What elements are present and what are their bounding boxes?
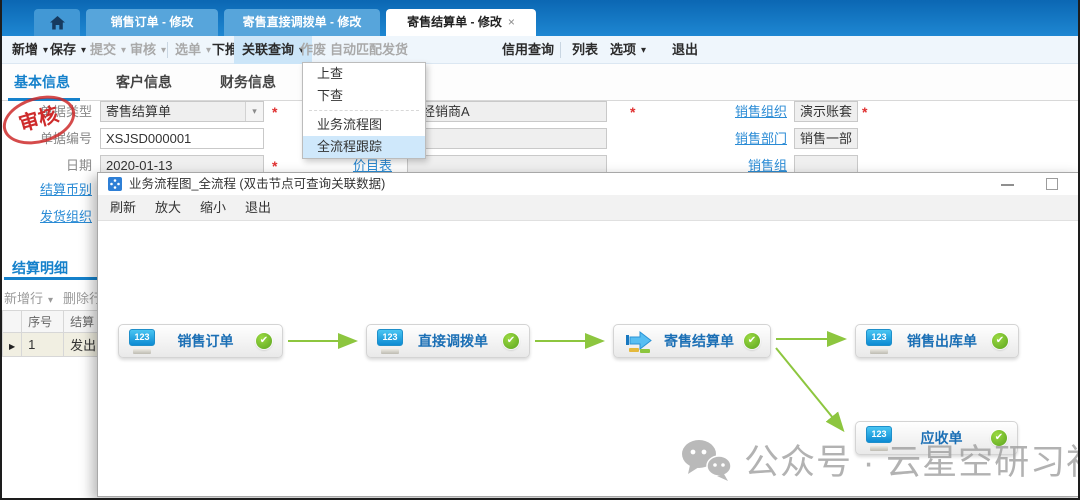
tab-sales-order[interactable]: 销售订单 - 修改 [86,9,218,36]
menu-item-business-flowchart[interactable]: 业务流程图 [303,114,425,136]
sales-dept-label[interactable]: 销售部门 [702,128,787,149]
flow-node-label: 销售出库单 [892,331,992,351]
sales-org-label[interactable]: 销售组织 [702,101,787,122]
check-icon [503,333,519,349]
audit-button[interactable]: 审核 [130,36,166,64]
popup-title-bar[interactable]: 业务流程图_全流程 (双击节点可查询关联数据) [98,173,1080,195]
tab-basic-info[interactable]: 基本信息 [14,72,70,92]
flow-node-sales-order[interactable]: 123 销售订单 [118,324,283,358]
doc-no-field[interactable]: XSJSD000001 [100,128,264,149]
chevron-down-icon[interactable]: ▾ [245,102,263,121]
col-header-seq: 序号 [22,311,64,333]
sales-org-field[interactable]: 演示账套 [794,101,858,122]
new-button[interactable]: 新增 [12,36,48,64]
row-marker-header [3,311,22,333]
exit-popup-button[interactable]: 退出 [245,195,271,221]
doc-type-select[interactable]: 寄售结算单▾ [100,101,264,122]
association-query-menu: 上查 下查 业务流程图 全流程跟踪 [302,62,426,159]
dealer-field[interactable]: 经销商A [407,101,607,122]
tab-customer-info[interactable]: 客户信息 [116,72,172,92]
zoom-out-button[interactable]: 缩小 [200,195,226,221]
doc-123-icon: 123 [129,329,155,354]
check-icon [744,333,760,349]
empty-field[interactable] [407,128,607,149]
flow-node-label: 寄售结算单 [654,331,744,351]
doc-123-icon: 123 [866,329,892,354]
options-button[interactable]: 选项 [610,36,646,64]
refresh-button[interactable]: 刷新 [110,195,136,221]
required-asterisk: * [862,101,867,122]
popup-toolbar: 刷新 放大 缩小 退出 [98,195,1080,221]
maximize-button[interactable] [1046,178,1058,190]
tab-label: 寄售结算单 - 修改 [407,15,502,29]
settle-currency-label[interactable]: 结算币别 [7,179,92,200]
submit-button[interactable]: 提交 [90,36,126,64]
check-icon [256,333,272,349]
minimize-button[interactable] [1001,184,1014,186]
detail-section-underline [4,277,100,280]
menu-divider [309,110,419,111]
tab-consign-settlement-active[interactable]: 寄售结算单 - 修改 × [386,9,536,36]
popup-title: 业务流程图_全流程 (双击节点可查询关联数据) [129,173,385,195]
current-arrow-icon [624,328,654,354]
current-row-marker-icon: ▶ [9,342,15,351]
tab-finance-info[interactable]: 财务信息 [220,72,276,92]
watermark-text: 公众号 · 云星空研习社 [744,434,1080,485]
command-toolbar: 新增 保存 提交 审核 选单 下推 关联查询 作废 自动匹配发货 信用查询 列表… [2,36,1078,64]
form-tab-strip: 基本信息 客户信息 财务信息 [2,64,1078,101]
credit-query-button[interactable]: 信用查询 [502,36,554,64]
zoom-in-button[interactable]: 放大 [155,195,181,221]
flow-node-direct-transfer[interactable]: 123 直接调拨单 [366,324,530,358]
home-icon [50,16,65,30]
flow-node-consign-settlement[interactable]: 寄售结算单 [613,324,771,358]
required-asterisk: * [630,101,635,122]
date-label: 日期 [2,155,92,176]
exit-button[interactable]: 退出 [672,36,698,64]
app-logo-icon [108,177,122,191]
auto-match-delivery-button[interactable]: 自动匹配发货 [330,36,408,64]
flow-node-label: 直接调拨单 [403,331,503,351]
home-tab[interactable] [34,9,80,36]
add-row-button[interactable]: 新增行 [4,291,63,306]
flow-node-label: 销售订单 [155,331,256,351]
select-doc-button[interactable]: 选单 [175,36,211,64]
tab-close-icon[interactable]: × [508,15,515,29]
void-button[interactable]: 作废 [300,36,326,64]
required-asterisk: * [272,101,277,122]
delivery-org-label[interactable]: 发货组织 [7,206,92,227]
menu-item-trace-down[interactable]: 下查 [303,85,425,107]
list-button[interactable]: 列表 [572,36,598,64]
grid-actions: 新增行删除行 [4,288,102,307]
detail-section-title: 结算明细 [12,258,68,278]
tab-consign-transfer[interactable]: 寄售直接调拨单 - 修改 [224,9,380,36]
check-icon [992,333,1008,349]
sales-dept-field[interactable]: 销售一部 [794,128,858,149]
chat-bubbles-icon [680,438,732,482]
watermark: 公众号 · 云星空研习社 [680,434,1080,485]
menu-item-trace-up[interactable]: 上查 [303,63,425,85]
toolbar-separator [560,42,561,58]
app-window: 销售订单 - 修改 寄售直接调拨单 - 修改 寄售结算单 - 修改 × 新增 保存… [0,0,1080,500]
save-button[interactable]: 保存 [50,36,86,64]
flow-node-sales-outbound[interactable]: 123 销售出库单 [855,324,1019,358]
doc-123-icon: 123 [377,329,403,354]
menu-item-full-flow-trace[interactable]: 全流程跟踪 [303,136,425,158]
toolbar-separator [167,42,168,58]
top-header-bar: 销售订单 - 修改 寄售直接调拨单 - 修改 寄售结算单 - 修改 × [2,0,1078,36]
